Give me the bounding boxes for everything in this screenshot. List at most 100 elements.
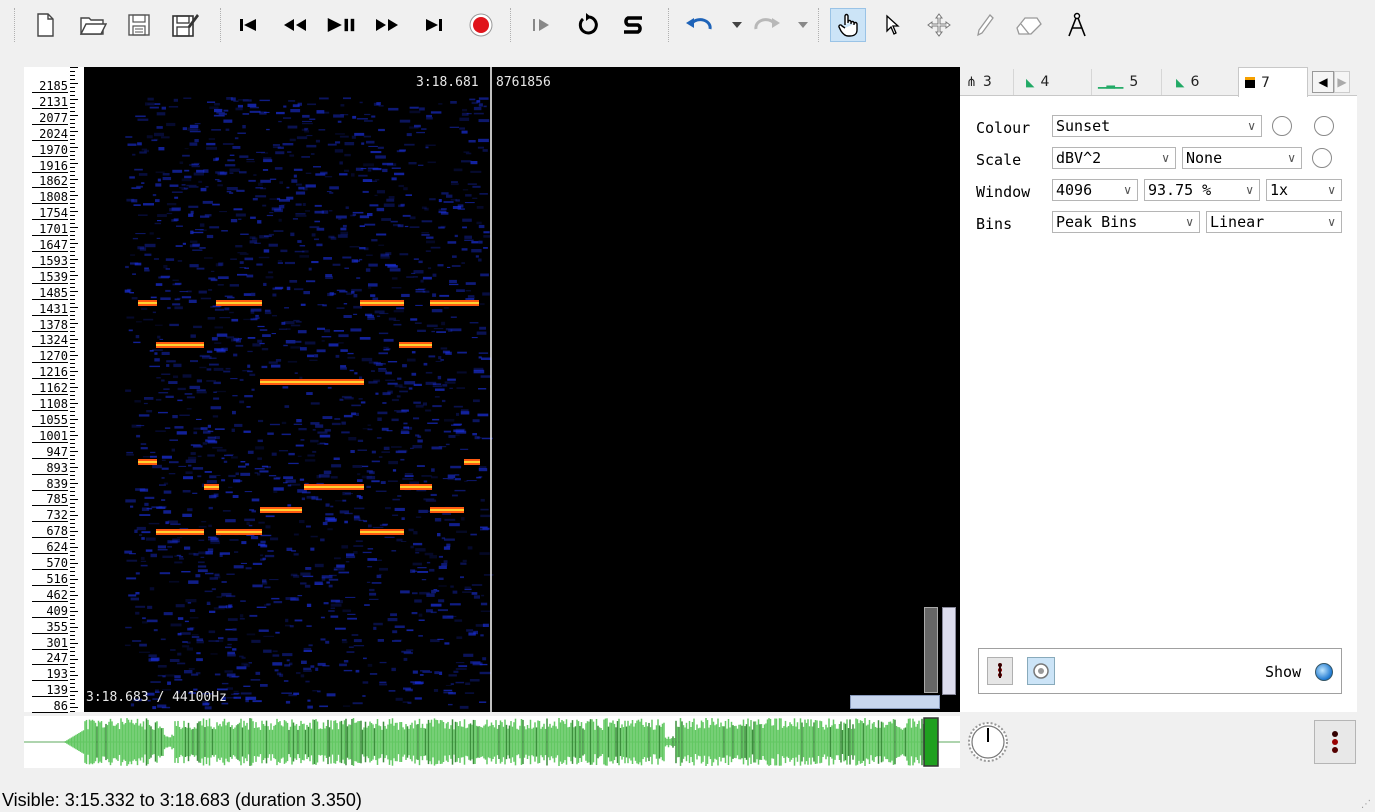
noise-speck [477, 437, 482, 439]
visible-region-marker[interactable] [923, 717, 939, 767]
solo-icon[interactable] [618, 10, 648, 40]
noise-speck [150, 553, 157, 558]
spectrogram-pane[interactable]: 2185 2131 2077 2024 1970 1916 1862 1808 1754 1701… [24, 67, 960, 714]
layer-tabs: ⋔ 3 ◣ 4 ▁▂▁ 5 ◣ 6 7 ◀ ▶ [960, 67, 1357, 97]
show-layer-toggle[interactable] [1315, 663, 1333, 681]
bin-display-select[interactable]: Peak Bins ∨ [1052, 211, 1200, 233]
noise-speck [233, 100, 239, 102]
oversampling-select[interactable]: 1x ∨ [1266, 179, 1342, 201]
frequency-tick-label: 1162 [32, 382, 68, 396]
playback-gain-knob-icon[interactable] [966, 720, 1010, 764]
noise-speck [201, 521, 207, 523]
erase-icon[interactable] [1014, 10, 1044, 40]
navigate-hand-icon[interactable] [830, 8, 866, 42]
frequency-scale-select[interactable]: Linear ∨ [1206, 211, 1342, 233]
noise-speck [191, 634, 199, 636]
rewind-start-icon[interactable] [234, 10, 264, 40]
noise-speck [212, 446, 223, 449]
noise-speck [198, 561, 205, 564]
noise-speck [130, 262, 139, 265]
threshold-knob-icon[interactable] [1312, 148, 1332, 168]
noise-speck [309, 226, 320, 229]
noise-speck [166, 203, 177, 206]
vertical-zoom-thumb[interactable] [942, 607, 956, 695]
tab-4[interactable]: ◣ 4 [1020, 69, 1092, 95]
noise-speck [413, 531, 418, 535]
play-pause-icon[interactable] [326, 10, 356, 40]
noise-speck [139, 151, 147, 154]
horizontal-zoom-thumb[interactable] [850, 695, 940, 709]
noise-speck [299, 376, 303, 380]
noise-speck [437, 609, 448, 612]
noise-speck [181, 188, 188, 190]
noise-speck [166, 212, 173, 215]
noise-speck [208, 630, 216, 634]
noise-speck [399, 253, 409, 256]
save-icon[interactable] [124, 10, 154, 40]
noise-speck [330, 505, 334, 508]
noise-speck [346, 651, 355, 653]
noise-speck [472, 185, 481, 188]
window-size-select[interactable]: 4096 ∨ [1052, 179, 1138, 201]
rewind-icon[interactable] [280, 10, 310, 40]
noise-speck [215, 263, 223, 267]
noise-speck [295, 444, 304, 447]
noise-speck [467, 297, 476, 300]
noise-speck [124, 550, 133, 554]
noise-speck [170, 649, 176, 651]
select-arrow-icon[interactable] [878, 10, 908, 40]
noise-speck [241, 662, 248, 666]
noise-speck [152, 349, 163, 351]
open-folder-icon[interactable] [78, 10, 108, 40]
tab-scroll-right-icon[interactable]: ▶ [1334, 71, 1350, 93]
noise-speck [415, 404, 424, 408]
new-file-icon[interactable] [30, 10, 60, 40]
noise-speck [144, 397, 154, 400]
layer-menu-button[interactable] [1314, 720, 1356, 764]
noise-speck [336, 307, 345, 309]
noise-speck [245, 567, 252, 570]
colour-select[interactable]: Sunset ∨ [1052, 115, 1262, 137]
scale-select[interactable]: dBV^2 ∨ [1052, 147, 1176, 169]
tab-5[interactable]: ▁▂▁ 5 [1092, 69, 1162, 95]
loop-icon[interactable] [574, 10, 604, 40]
tab-scroll-left-icon[interactable]: ◀ [1312, 71, 1334, 93]
save-as-icon[interactable] [170, 10, 200, 40]
colour-rotation-knob-icon[interactable] [1272, 116, 1292, 136]
window-overlap-select[interactable]: 93.75 % ∨ [1144, 179, 1260, 201]
noise-speck [382, 168, 388, 173]
waveform-canvas[interactable] [24, 716, 960, 768]
noise-speck [239, 261, 244, 264]
noise-speck [283, 344, 288, 347]
layer-color-icon[interactable] [987, 657, 1013, 685]
noise-speck [452, 590, 458, 594]
spectrogram-canvas[interactable] [24, 67, 960, 712]
resize-grip-icon[interactable]: ⋰ [1361, 800, 1371, 810]
forward-end-icon[interactable] [418, 10, 448, 40]
noise-speck [263, 649, 272, 653]
noise-speck [141, 148, 148, 151]
draw-pencil-icon[interactable] [970, 10, 1000, 40]
noise-speck [174, 679, 183, 681]
noise-speck [236, 666, 247, 670]
undo-dropdown-icon[interactable] [722, 10, 752, 40]
redo-icon[interactable] [752, 10, 782, 40]
colour-gain-knob-icon[interactable] [1314, 116, 1334, 136]
measure-compass-icon[interactable] [1062, 10, 1092, 40]
waveform-overview[interactable] [24, 716, 960, 768]
vertical-zoom-track[interactable] [924, 607, 938, 693]
tab-7[interactable]: 7 [1238, 67, 1308, 97]
record-icon[interactable] [466, 10, 496, 40]
noise-speck [258, 521, 265, 524]
tab-6[interactable]: ◣ 6 [1170, 69, 1240, 95]
play-layer-icon[interactable] [1027, 657, 1055, 685]
fast-forward-icon[interactable] [372, 10, 402, 40]
undo-icon[interactable] [684, 10, 714, 40]
noise-speck [447, 474, 456, 478]
redo-dropdown-icon[interactable] [788, 10, 818, 40]
noise-speck [135, 611, 140, 615]
tab-3[interactable]: ⋔ 3 [960, 69, 1014, 95]
normalization-select[interactable]: None ∨ [1182, 147, 1302, 169]
play-selection-icon[interactable] [526, 10, 556, 40]
move-cross-icon[interactable] [924, 10, 954, 40]
